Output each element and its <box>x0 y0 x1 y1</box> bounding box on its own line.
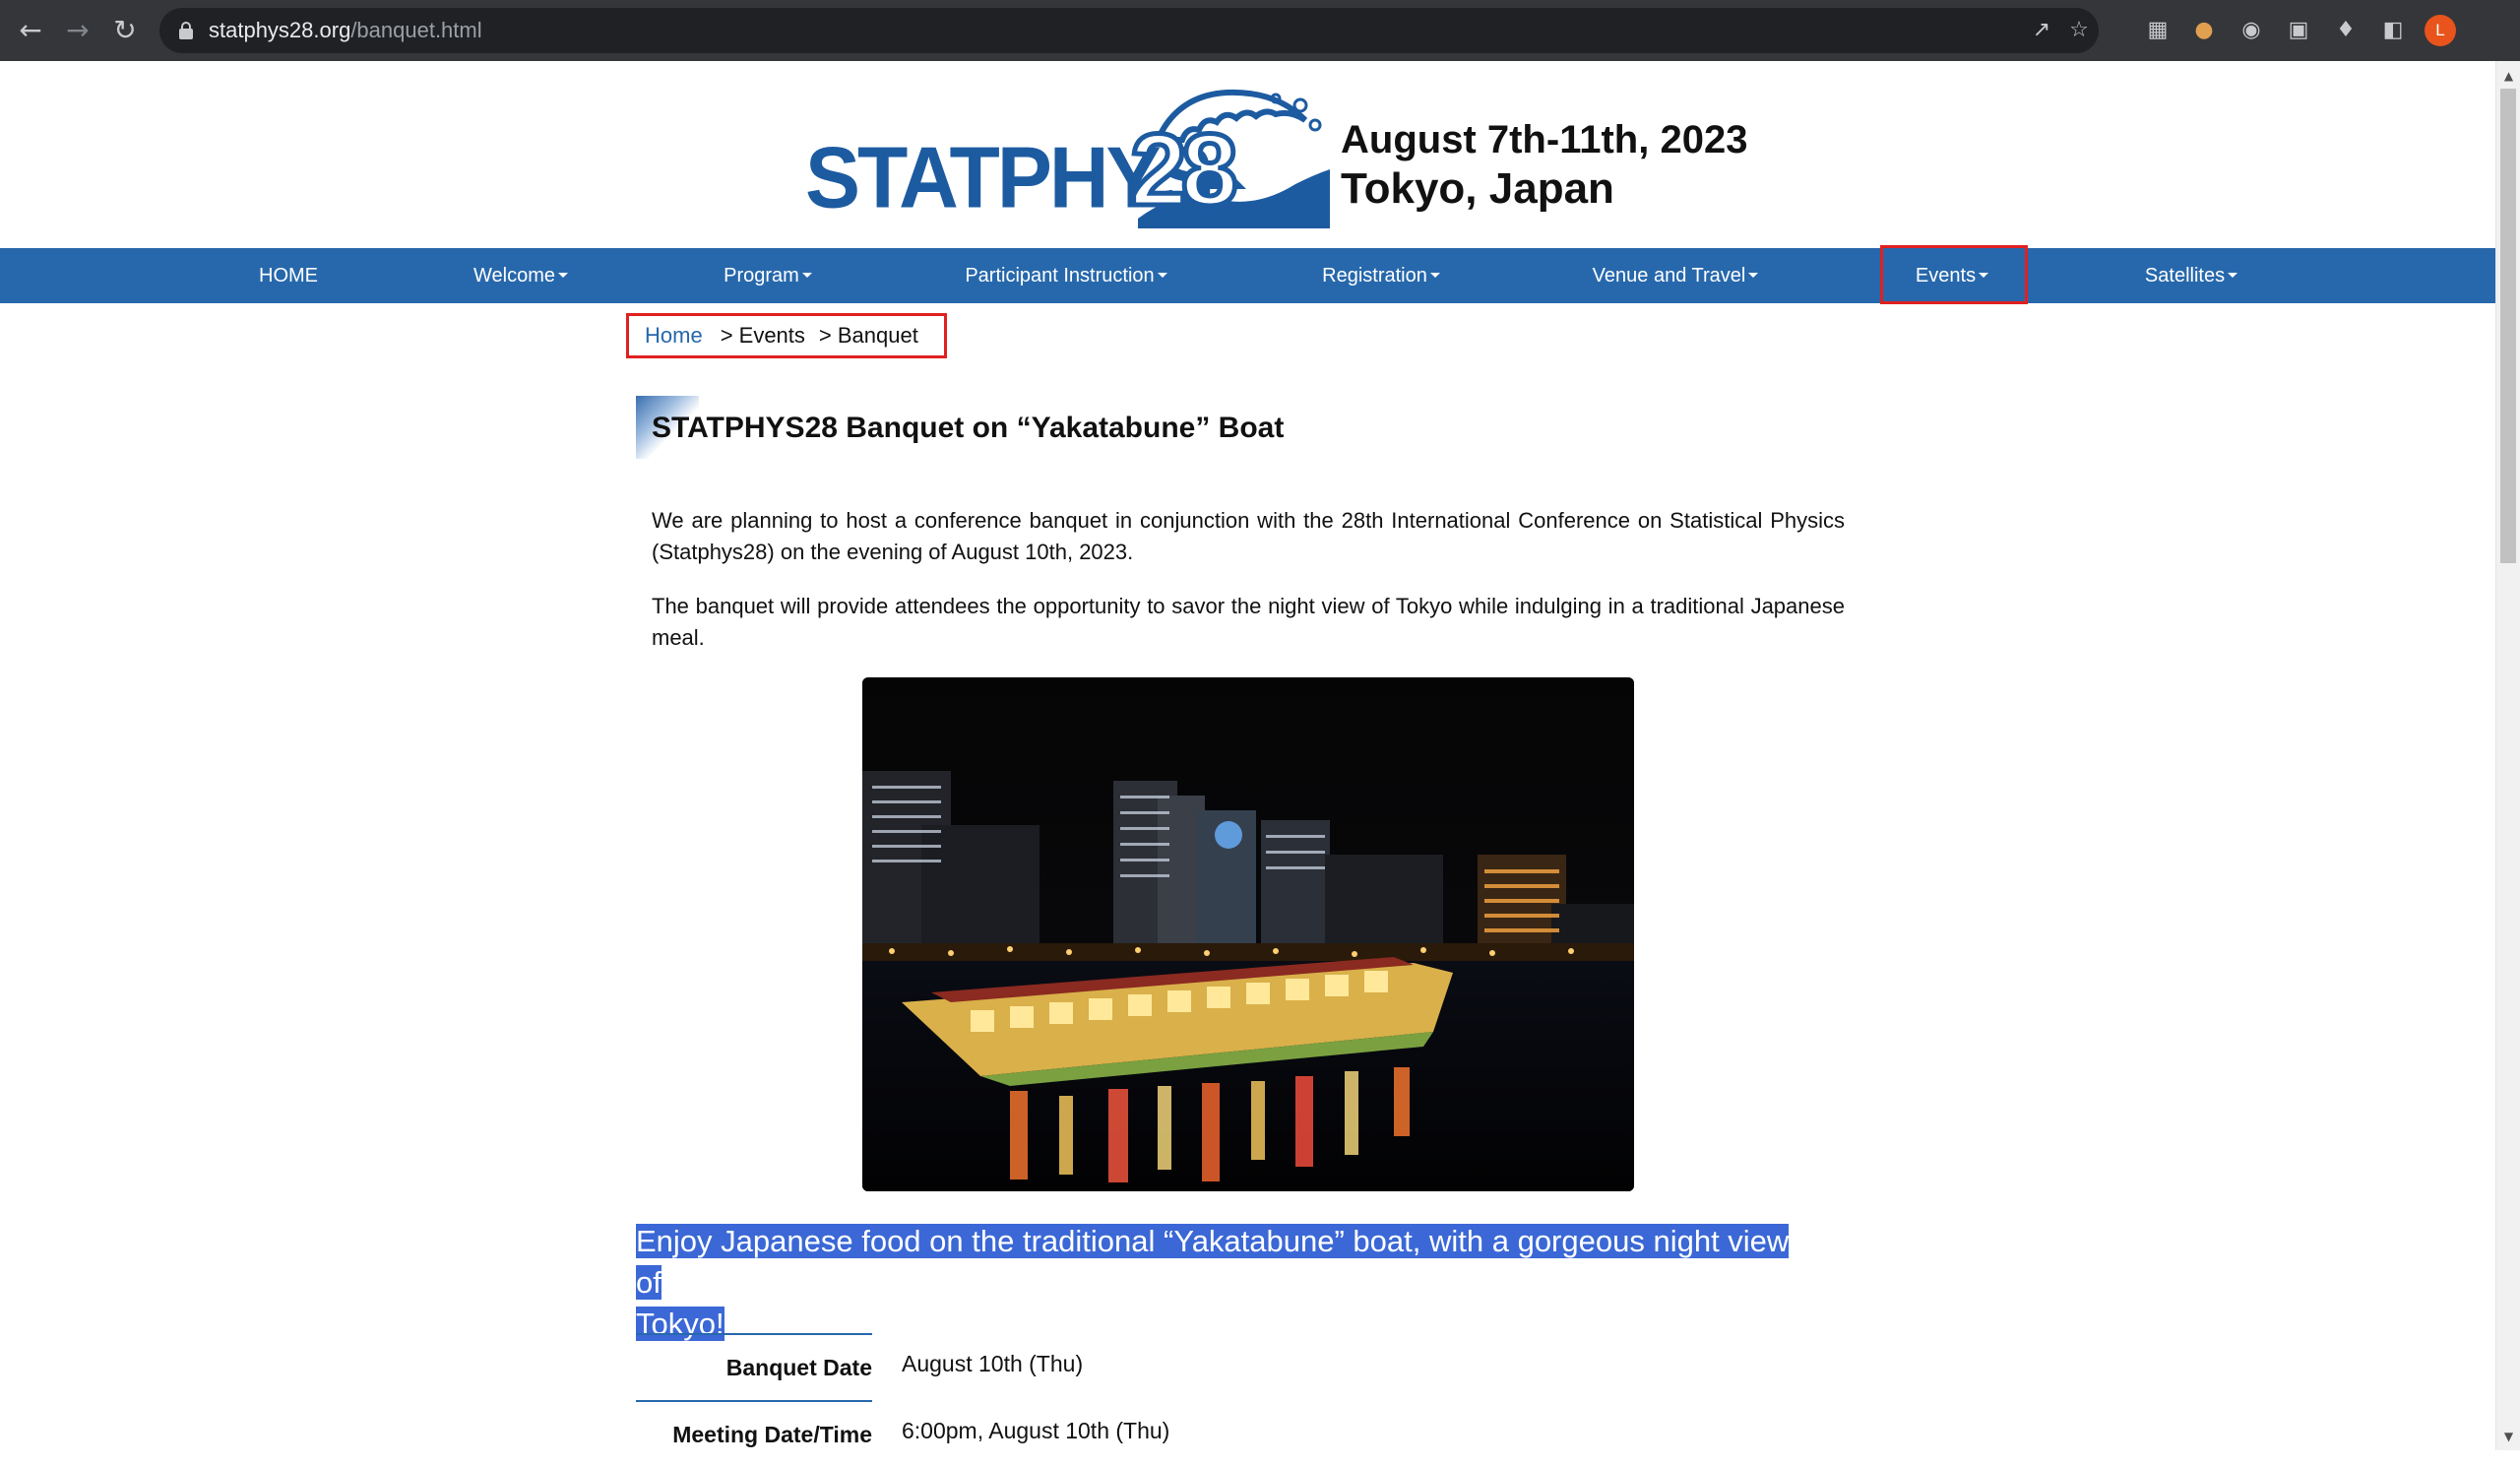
reader-icon[interactable]: ▣ <box>2282 14 2315 47</box>
star-icon[interactable]: ☆ <box>2064 16 2094 45</box>
statphys28-logo[interactable]: STATPHYS 28 <box>805 81 1330 230</box>
highlighted-tagline: Enjoy Japanese food on the traditional “… <box>636 1221 1797 1345</box>
chevron-down-icon <box>558 272 568 278</box>
date-line: August 7th-11th, 2023 <box>1341 118 1748 161</box>
scroll-thumb[interactable] <box>2500 89 2516 563</box>
nav-satellites[interactable]: Satellites <box>2140 248 2242 303</box>
share-icon[interactable]: ↗ <box>2027 16 2056 45</box>
breadcrumb-events: > Events <box>720 323 805 348</box>
circle-icon[interactable]: ◉ <box>2235 14 2268 47</box>
intro-paragraph: We are planning to host a conference ban… <box>652 508 1845 564</box>
banquet-details-table: Banquet Date August 10th (Thu) Meeting D… <box>636 1333 1522 1467</box>
main-navbar: HOME Welcome Program Participant Instruc… <box>0 248 2495 303</box>
cookie-icon[interactable]: ● <box>2187 14 2221 47</box>
nav-home[interactable]: HOME <box>258 248 319 303</box>
chevron-down-icon <box>1429 272 1440 278</box>
lock-icon[interactable] <box>179 22 193 39</box>
scroll-down-icon[interactable]: ▼ <box>2496 1426 2520 1447</box>
logo-number: 28 <box>1128 111 1241 230</box>
breadcrumb: Home > Events > Banquet <box>626 313 947 358</box>
forward-arrow-icon[interactable]: → <box>61 14 94 47</box>
row-label: Meeting Date/Time <box>672 1422 872 1447</box>
back-arrow-icon[interactable]: ← <box>14 14 47 47</box>
row-divider <box>636 1333 872 1335</box>
breadcrumb-current: > Banquet <box>818 323 918 348</box>
url-text[interactable]: statphys28.org/banquet.html <box>209 8 482 53</box>
row-value: August 10th (Thu) <box>902 1351 1084 1376</box>
breadcrumb-home-link[interactable]: Home <box>645 323 703 348</box>
profile-avatar[interactable]: L <box>2425 15 2456 46</box>
chevron-down-icon <box>1157 272 1167 278</box>
chevron-down-icon <box>1748 272 1759 278</box>
page-scrollbar[interactable]: ▲ ▼ <box>2495 61 2520 1450</box>
chevron-down-icon <box>2228 272 2238 278</box>
sidebar-icon[interactable]: ◧ <box>2376 14 2410 47</box>
events-annotation-box <box>1880 245 2028 304</box>
page-title: STATPHYS28 Banquet on “Yakatabune” Boat <box>652 412 1285 444</box>
qr-code-icon[interactable]: ▦ <box>2141 14 2174 47</box>
nav-venue-and-travel[interactable]: Venue and Travel <box>1589 248 1762 303</box>
address-bar[interactable]: statphys28.org/banquet.html ↗ ☆ <box>159 8 2099 53</box>
nav-program[interactable]: Program <box>717 248 819 303</box>
nav-registration[interactable]: Registration <box>1317 248 1445 303</box>
chevron-down-icon <box>801 272 812 278</box>
conference-dates: August 7th-11th, 2023 Tokyo, Japan <box>1341 115 1747 214</box>
table-row: Banquet Date August 10th (Thu) <box>636 1333 1522 1400</box>
row-divider <box>636 1400 872 1402</box>
row-label: Banquet Date <box>725 1355 872 1380</box>
scroll-up-icon[interactable]: ▲ <box>2496 65 2520 87</box>
nav-participant-instruction[interactable]: Participant Instruction <box>963 248 1169 303</box>
reload-icon[interactable]: ↻ <box>108 14 142 47</box>
banquet-paragraph: The banquet will provide attendees the o… <box>652 594 1845 650</box>
puzzle-icon[interactable]: ♦ <box>2329 14 2362 47</box>
row-value: 6:00pm, August 10th (Thu) <box>902 1418 1170 1443</box>
site-header: STATPHYS 28 August 7th-11th, 2023 Tokyo,… <box>0 61 2495 248</box>
yakatabune-night-photo <box>862 677 1634 1191</box>
browser-toolbar: ← → ↻ statphys28.org/banquet.html ↗ ☆ ▦ … <box>0 0 2520 61</box>
table-row: Meeting Date/Time 6:00pm, August 10th (T… <box>636 1400 1522 1467</box>
location-line: Tokyo, Japan <box>1341 164 1614 213</box>
tagline-line-1: Enjoy Japanese food on the traditional “… <box>636 1224 1790 1300</box>
nav-welcome[interactable]: Welcome <box>467 248 575 303</box>
